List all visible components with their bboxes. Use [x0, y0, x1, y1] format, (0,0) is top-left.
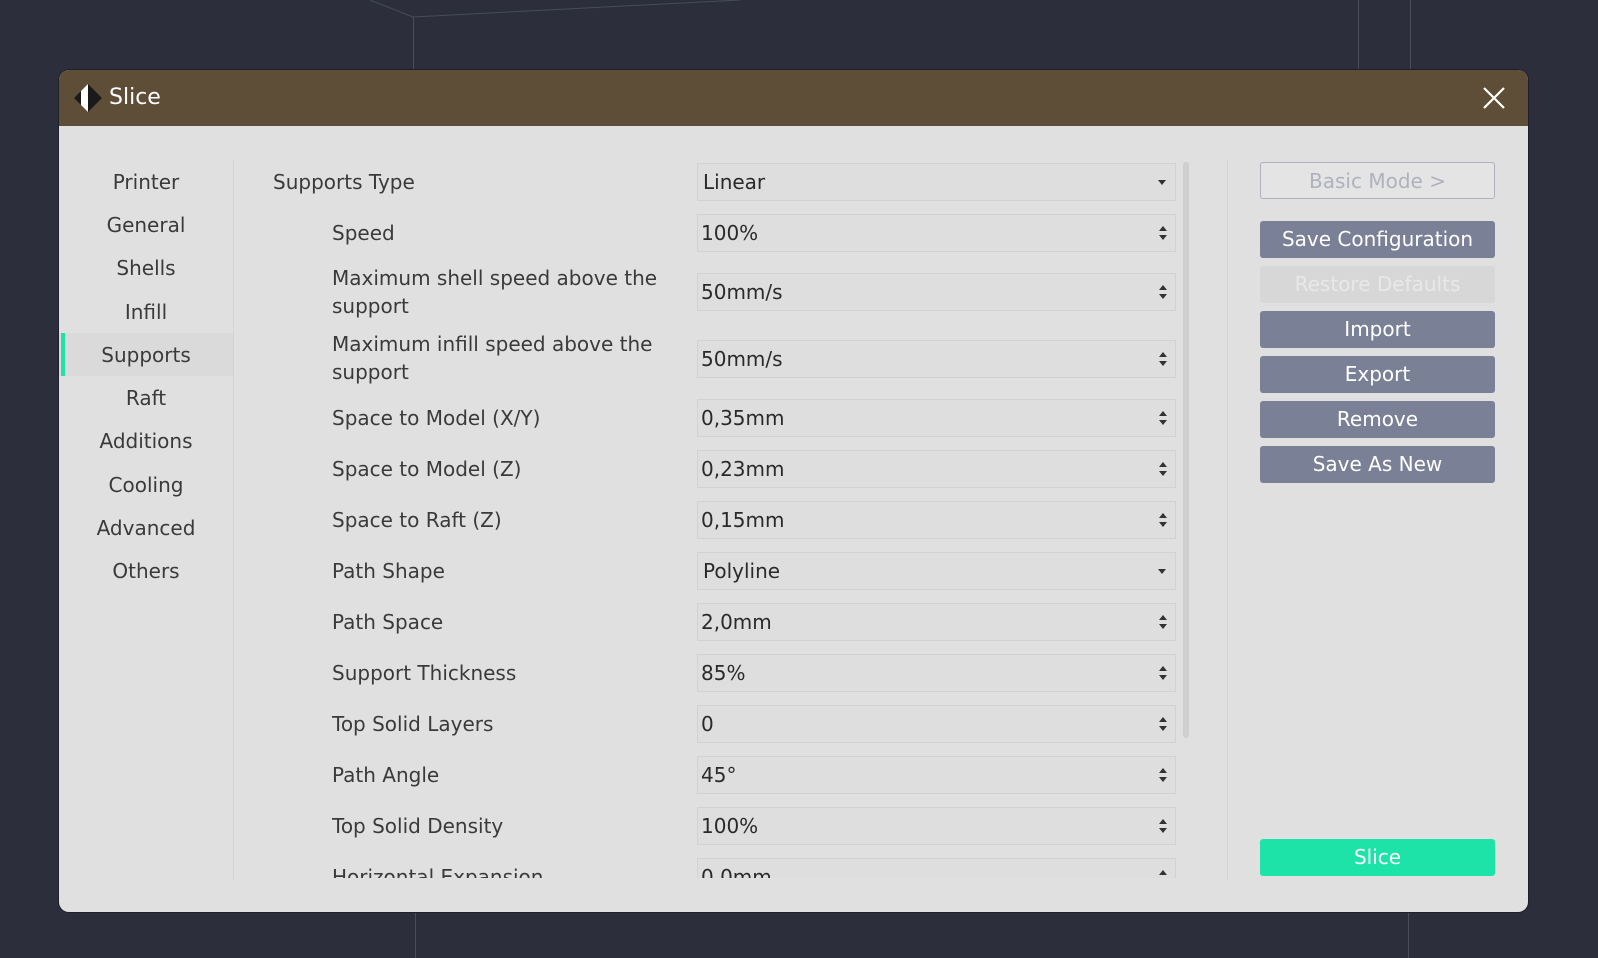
supports-type-dropdown[interactable]: Linear: [697, 163, 1176, 201]
setting-label: Maximum shell speed above the support: [332, 266, 658, 318]
setting-label: Space to Model (Z): [332, 457, 522, 481]
export-button[interactable]: Export: [1260, 356, 1495, 393]
scene-line: [1408, 912, 1409, 958]
setting-label: Path Angle: [332, 763, 440, 787]
window-title: Slice: [109, 85, 161, 110]
app-logo-icon: [74, 84, 102, 112]
setting-value: 0,0mm: [701, 865, 772, 878]
setting-value: Linear: [703, 170, 766, 194]
spin-arrows-icon[interactable]: [1158, 817, 1168, 835]
setting-value: 45°: [701, 763, 737, 787]
remove-button[interactable]: Remove: [1260, 401, 1495, 438]
import-button[interactable]: Import: [1260, 311, 1495, 348]
setting-value: 0: [701, 712, 714, 736]
nav-item-supports[interactable]: Supports: [59, 333, 233, 377]
setting-label: Speed: [332, 221, 395, 245]
support-thickness-spinbox[interactable]: 85%: [697, 654, 1176, 692]
setting-label: Horizontal Expansion: [332, 865, 544, 878]
setting-label: Space to Raft (Z): [332, 508, 502, 532]
space-to-model-xy-spinbox[interactable]: 0,35mm: [697, 399, 1176, 437]
setting-value: 100%: [701, 221, 759, 245]
setting-value: 50mm/s: [701, 280, 783, 304]
basic-mode-button[interactable]: Basic Mode >: [1260, 162, 1495, 199]
settings-scrollbar[interactable]: [1183, 162, 1189, 738]
scene-line: [415, 912, 416, 958]
top-solid-layers-spinbox[interactable]: 0: [697, 705, 1176, 743]
setting-value: 0,23mm: [701, 457, 785, 481]
path-shape-dropdown[interactable]: Polyline: [697, 552, 1176, 590]
speed-spinbox[interactable]: 100%: [697, 214, 1176, 252]
spin-arrows-icon[interactable]: [1158, 283, 1168, 301]
nav-item-shells[interactable]: Shells: [59, 247, 233, 290]
nav-item-infill[interactable]: Infill: [59, 290, 233, 333]
titlebar: Slice: [59, 70, 1528, 126]
nav-item-printer[interactable]: Printer: [59, 160, 233, 203]
spin-arrows-icon[interactable]: [1158, 715, 1168, 733]
setting-value: Polyline: [703, 559, 781, 583]
space-to-model-z-spinbox[interactable]: 0,23mm: [697, 450, 1176, 488]
spin-arrows-icon[interactable]: [1158, 460, 1168, 478]
restore-defaults-button[interactable]: Restore Defaults: [1260, 266, 1495, 303]
setting-value: 2,0mm: [701, 610, 772, 634]
setting-value: 0,15mm: [701, 508, 785, 532]
spin-arrows-icon[interactable]: [1158, 868, 1168, 878]
space-to-raft-z-spinbox[interactable]: 0,15mm: [697, 501, 1176, 539]
nav-item-others[interactable]: Others: [59, 550, 233, 593]
max-shell-speed-spinbox[interactable]: 50mm/s: [697, 273, 1176, 311]
path-space-spinbox[interactable]: 2,0mm: [697, 603, 1176, 641]
setting-value: 100%: [701, 814, 759, 838]
spin-arrows-icon[interactable]: [1158, 350, 1168, 368]
settings-nav: Printer General Shells Infill Supports R…: [59, 160, 233, 593]
slice-button[interactable]: Slice: [1260, 839, 1495, 876]
nav-item-raft[interactable]: Raft: [59, 376, 233, 419]
settings-panel: Supports Type Linear Speed 100% Maximum …: [259, 160, 1189, 878]
setting-label: Path Shape: [332, 559, 445, 583]
scene-lines: [369, 0, 741, 18]
nav-item-additions[interactable]: Additions: [59, 420, 233, 463]
save-as-new-button[interactable]: Save As New: [1260, 446, 1495, 483]
spin-arrows-icon[interactable]: [1158, 409, 1168, 427]
divider: [233, 160, 234, 880]
chevron-down-icon: [1158, 569, 1166, 574]
spin-arrows-icon[interactable]: [1158, 224, 1168, 242]
setting-value: 85%: [701, 661, 746, 685]
chevron-down-icon: [1158, 180, 1166, 185]
setting-value: 0,35mm: [701, 406, 785, 430]
horizontal-expansion-spinbox[interactable]: 0,0mm: [697, 858, 1176, 878]
max-infill-speed-spinbox[interactable]: 50mm/s: [697, 340, 1176, 378]
setting-label: Top Solid Layers: [332, 712, 494, 736]
setting-label: Support Thickness: [332, 661, 517, 685]
nav-item-advanced[interactable]: Advanced: [59, 506, 233, 549]
spin-arrows-icon[interactable]: [1158, 511, 1168, 529]
close-icon[interactable]: [1478, 82, 1510, 114]
setting-label: Maximum infill speed above the support: [332, 332, 653, 384]
setting-label: Top Solid Density: [332, 814, 504, 838]
spin-arrows-icon[interactable]: [1158, 664, 1168, 682]
setting-label: Supports Type: [273, 170, 415, 194]
path-angle-spinbox[interactable]: 45°: [697, 756, 1176, 794]
nav-item-general[interactable]: General: [59, 203, 233, 246]
setting-value: 50mm/s: [701, 347, 783, 371]
top-solid-density-spinbox[interactable]: 100%: [697, 807, 1176, 845]
spin-arrows-icon[interactable]: [1158, 766, 1168, 784]
slice-dialog: Slice Printer General Shells Infill Supp…: [59, 70, 1528, 912]
spin-arrows-icon[interactable]: [1158, 613, 1168, 631]
divider: [1227, 160, 1228, 880]
setting-label: Path Space: [332, 610, 444, 634]
setting-label: Space to Model (X/Y): [332, 406, 541, 430]
nav-item-cooling[interactable]: Cooling: [59, 463, 233, 506]
save-configuration-button[interactable]: Save Configuration: [1260, 221, 1495, 258]
